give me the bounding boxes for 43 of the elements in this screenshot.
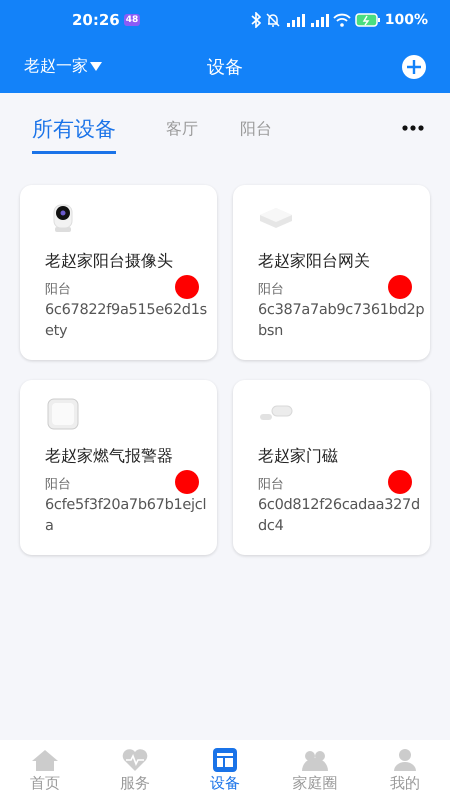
wifi-icon bbox=[332, 13, 351, 27]
device-room: 阳台 bbox=[258, 281, 285, 298]
nav-tab[interactable]: 服务 bbox=[90, 740, 180, 800]
device-room: 阳台 bbox=[45, 281, 72, 298]
device-id: 6c387a7ab9c7361bd2pbsn bbox=[258, 301, 426, 341]
battery-icon bbox=[354, 13, 381, 27]
device-card[interactable]: 老赵家燃气报警器 阳台 6cfe5f3f20a7b67b1ejcla bbox=[20, 380, 217, 555]
device-id: 6c67822f9a515e62d1sety bbox=[45, 301, 208, 341]
nav-tab[interactable]: 设备 bbox=[180, 740, 270, 800]
notification-badge: 48 bbox=[124, 14, 140, 26]
device-name: 老赵家门磁 bbox=[258, 446, 339, 467]
device-card[interactable]: 老赵家阳台网关 阳台 6c387a7ab9c7361bd2pbsn bbox=[233, 185, 430, 360]
bell-muted-icon bbox=[264, 12, 281, 28]
room-tab[interactable]: 所有设备 bbox=[32, 115, 116, 154]
device-name: 老赵家阳台网关 bbox=[258, 251, 371, 272]
battery-percent: 100% bbox=[384, 12, 428, 28]
device-card[interactable]: 老赵家门磁 阳台 6c0d812f26cadaa327ddc4 bbox=[233, 380, 430, 555]
device-room: 阳台 bbox=[45, 476, 72, 493]
home-selector[interactable]: 老赵一家 bbox=[24, 56, 102, 77]
nav-tab[interactable]: 首页 bbox=[0, 740, 90, 800]
plus-icon bbox=[407, 60, 421, 74]
dashboard-icon bbox=[213, 748, 237, 772]
signal-icon bbox=[284, 12, 305, 28]
room-tab[interactable]: 阳台 bbox=[240, 119, 272, 151]
page-title: 设备 bbox=[207, 56, 243, 78]
add-button[interactable] bbox=[402, 54, 426, 78]
device-card[interactable]: 老赵家阳台摄像头 阳台 6c67822f9a515e62d1sety bbox=[20, 185, 217, 360]
status-time: 20:26 bbox=[72, 11, 120, 29]
bluetooth-icon bbox=[250, 12, 261, 28]
device-id: 6c0d812f26cadaa327ddc4 bbox=[258, 496, 421, 536]
home-icon bbox=[31, 748, 59, 772]
nav-tab[interactable]: 家庭圈 bbox=[270, 740, 360, 800]
dropdown-icon bbox=[90, 62, 102, 71]
device-name: 老赵家阳台摄像头 bbox=[45, 251, 174, 272]
more-icon[interactable] bbox=[402, 125, 424, 131]
signal-icon bbox=[308, 12, 329, 28]
person-icon bbox=[391, 748, 419, 772]
room-tab[interactable]: 客厅 bbox=[166, 119, 198, 151]
heart-pulse-icon bbox=[121, 748, 149, 772]
nav-tab[interactable]: 我的 bbox=[360, 740, 450, 800]
device-name: 老赵家燃气报警器 bbox=[45, 446, 174, 467]
device-id: 6cfe5f3f20a7b67b1ejcla bbox=[45, 496, 208, 536]
device-room: 阳台 bbox=[258, 476, 285, 493]
